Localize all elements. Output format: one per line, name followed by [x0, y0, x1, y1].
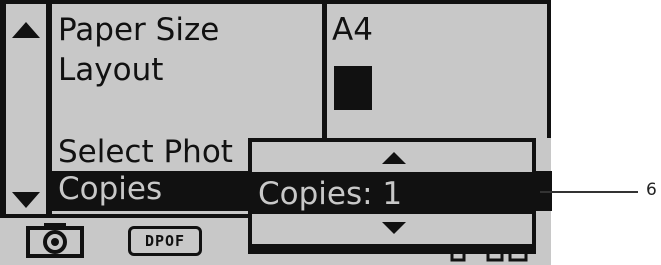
menu-item-copies-label: Copies: [58, 171, 163, 207]
callout-label: 6: [646, 180, 657, 200]
navigation-hint-icon: [450, 252, 528, 262]
lcd-screen: Paper Size Layout Select Phot A4 Copies …: [0, 0, 552, 265]
popup-decrease-button[interactable]: [252, 214, 532, 244]
scroll-up-icon[interactable]: [12, 22, 40, 38]
menu-item-select-photos[interactable]: Select Phot: [58, 134, 233, 170]
copies-popup[interactable]: Copies: 1: [248, 138, 536, 254]
screen-border-top: [0, 0, 551, 4]
menu-item-layout[interactable]: Layout: [58, 52, 163, 88]
copies-value-row: Copies: 1: [248, 174, 536, 212]
menu-item-paper-size[interactable]: Paper Size: [58, 12, 219, 48]
dpof-icon[interactable]: DPOF: [128, 226, 202, 256]
screen-border-right: [547, 0, 551, 138]
settings-divider: [322, 4, 327, 138]
popup-increase-button[interactable]: [252, 142, 532, 172]
popup-up-arrow-icon: [382, 152, 406, 164]
layout-preview-icon: [334, 66, 372, 110]
camera-icon[interactable]: [26, 222, 84, 258]
copies-value-text: Copies: 1: [258, 176, 403, 212]
popup-down-arrow-icon: [382, 222, 406, 234]
paper-size-value: A4: [332, 12, 373, 48]
scroll-down-icon[interactable]: [12, 192, 40, 208]
callout-line: [540, 191, 638, 193]
bottom-divider: [0, 214, 248, 218]
